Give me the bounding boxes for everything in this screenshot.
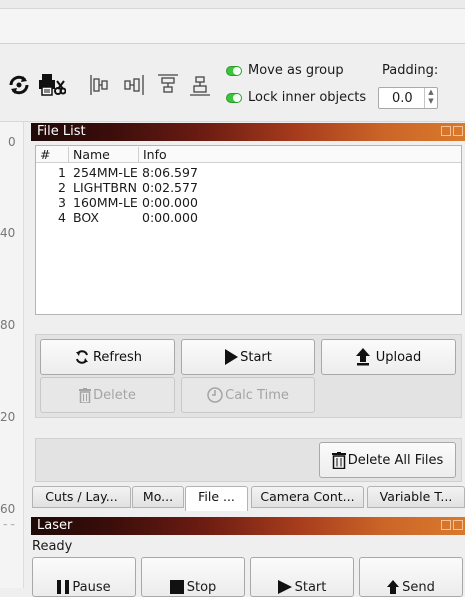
delete-label: Delete: [93, 387, 136, 403]
toolbar: [0, 44, 465, 122]
top-strip: [0, 0, 465, 8]
toggle-on-icon[interactable]: [226, 92, 242, 103]
refresh-icon: [75, 350, 88, 364]
lock-inner-objects-toggle[interactable]: Lock inner objects: [226, 90, 366, 105]
row-name: BOX: [73, 210, 99, 225]
calc-time-label: Calc Time: [225, 387, 289, 403]
close-icon[interactable]: [453, 520, 463, 530]
file-list-header: File List: [31, 123, 465, 141]
float-icon[interactable]: [441, 126, 451, 136]
delete-all-files-button[interactable]: Delete All Files: [319, 442, 456, 478]
toggle-on-icon[interactable]: [226, 65, 242, 76]
laser-start-button[interactable]: Start: [250, 557, 354, 597]
table-row[interactable]: 1 254MM-LE 8:06.597: [36, 165, 461, 180]
upload-label: Upload: [375, 349, 422, 365]
column-header-info[interactable]: Info: [139, 147, 461, 162]
file-table[interactable]: # Name Info 1 254MM-LE 8:06.597 2 LIGHTB…: [35, 145, 462, 315]
ruler-dash: – –: [3, 520, 15, 530]
start-button[interactable]: Start: [181, 339, 315, 375]
start-label: Start: [240, 349, 272, 365]
padding-spinbox[interactable]: 0.0 ▲ ▼: [378, 87, 438, 109]
table-row[interactable]: 2 LIGHTBRN 0:02.577: [36, 180, 461, 195]
ruler-tick: 40: [0, 226, 16, 240]
trash-icon: [331, 451, 346, 469]
float-icon[interactable]: [441, 520, 451, 530]
align-left-icon[interactable]: [88, 72, 112, 98]
close-icon[interactable]: [453, 126, 463, 136]
tab-cuts-layers[interactable]: Cuts / Lay...: [32, 486, 131, 508]
row-name: 254MM-LE: [73, 165, 138, 180]
align-top-icon[interactable]: [156, 72, 180, 98]
refresh-label: Refresh: [92, 349, 143, 365]
laser-status: Ready: [32, 539, 73, 554]
tab-variable-text[interactable]: Variable T...: [367, 486, 465, 508]
panel-tabs: Cuts / Lay... Mo... File ... Camera Cont…: [31, 486, 465, 511]
padding-label: Padding:: [382, 63, 439, 78]
spin-arrows-icon[interactable]: ▲ ▼: [424, 88, 437, 108]
align-vcenter-icon[interactable]: [188, 72, 212, 98]
tab-file-list[interactable]: File ...: [185, 486, 248, 511]
delete-button[interactable]: Delete: [40, 377, 175, 413]
delete-all-label: Delete All Files: [347, 452, 444, 468]
upload-button[interactable]: Upload: [321, 339, 456, 375]
refresh-button[interactable]: Refresh: [40, 339, 175, 375]
row-number: 1: [58, 165, 66, 180]
ruler-tick: 0: [8, 135, 16, 149]
clock-icon: [207, 387, 223, 403]
vertical-ruler: 0 40 80 20 60 – –: [0, 122, 24, 588]
ruler-tick: 80: [0, 318, 16, 332]
laser-title: Laser: [37, 518, 73, 533]
ruler-tick: 20: [0, 410, 16, 424]
send-button[interactable]: Send: [359, 557, 463, 597]
align-hcenter-icon[interactable]: [122, 72, 146, 98]
table-row[interactable]: 4 BOX 0:00.000: [36, 210, 461, 225]
move-as-group-toggle[interactable]: Move as group: [226, 63, 344, 78]
table-header: # Name Info: [36, 146, 461, 163]
row-info: 0:00.000: [142, 195, 198, 210]
rotate-icon[interactable]: [6, 72, 32, 98]
column-header-name[interactable]: Name: [69, 147, 139, 162]
ruler-tick: 60: [0, 502, 16, 516]
row-name: 160MM-LE: [73, 195, 138, 210]
column-header-num[interactable]: #: [36, 147, 69, 162]
table-row[interactable]: 3 160MM-LE 0:00.000: [36, 195, 461, 210]
row-number: 3: [58, 195, 66, 210]
pause-icon: [57, 580, 70, 594]
pause-button[interactable]: Pause: [32, 557, 136, 597]
laser-header: Laser: [31, 517, 465, 535]
play-icon: [225, 349, 239, 365]
trash-icon: [79, 387, 92, 403]
upload-icon: [355, 348, 370, 366]
stop-button[interactable]: Stop: [141, 557, 245, 597]
stop-icon: [169, 580, 184, 594]
lock-inner-objects-label: Lock inner objects: [248, 90, 367, 105]
file-list-title: File List: [37, 124, 86, 139]
row-info: 8:06.597: [142, 165, 198, 180]
top-band: [0, 8, 465, 44]
row-name: LIGHTBRN: [73, 180, 137, 195]
play-icon: [277, 580, 292, 594]
row-info: 0:02.577: [142, 180, 198, 195]
row-number: 2: [58, 180, 66, 195]
calc-time-button[interactable]: Calc Time: [181, 377, 315, 413]
move-as-group-label: Move as group: [248, 63, 344, 78]
row-number: 4: [58, 210, 66, 225]
padding-value: 0.0: [392, 91, 413, 106]
upload-icon: [387, 580, 400, 594]
tab-camera-control[interactable]: Camera Cont...: [251, 486, 364, 508]
tab-move[interactable]: Mo...: [132, 486, 184, 508]
row-info: 0:00.000: [142, 210, 198, 225]
print-cut-icon[interactable]: [38, 72, 66, 98]
